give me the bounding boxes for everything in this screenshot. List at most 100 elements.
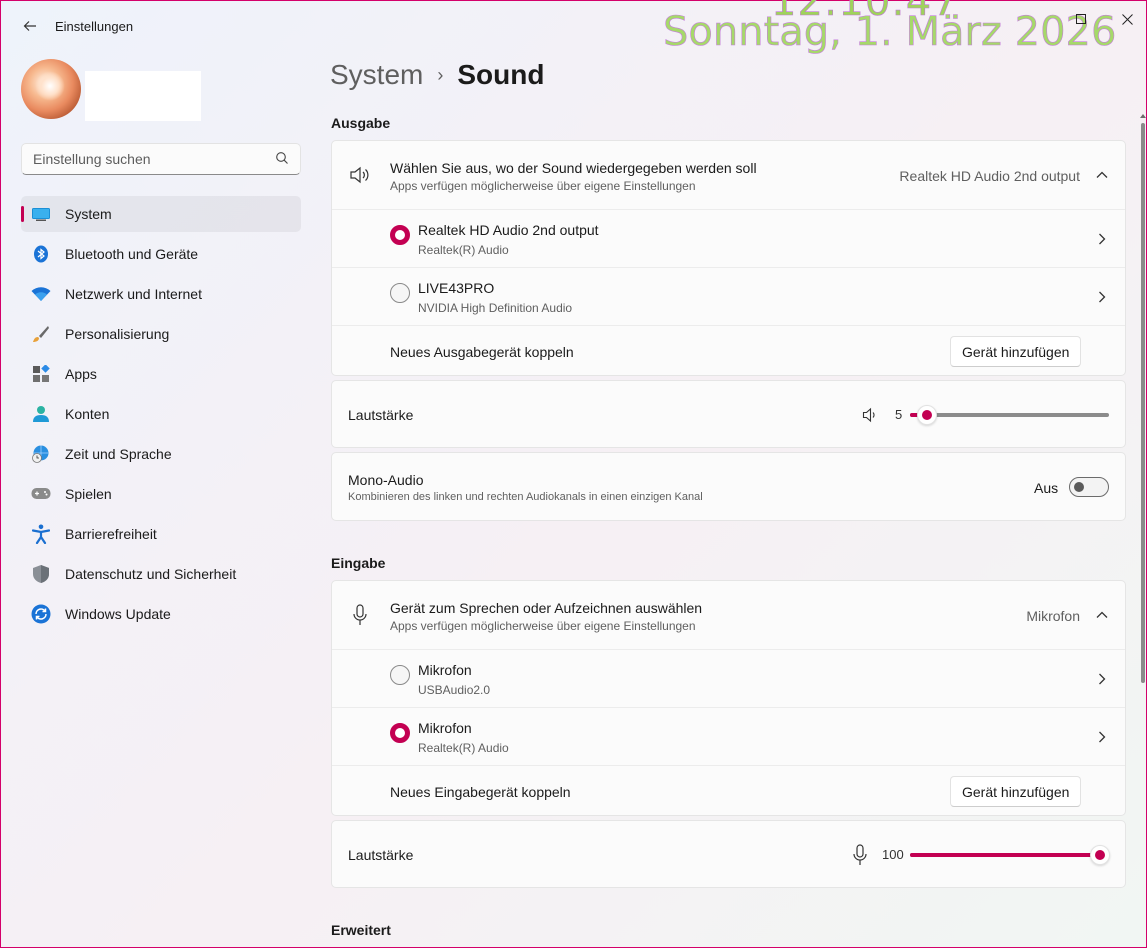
input-device-row[interactable]: Mikrofon Realtek(R) Audio — [332, 707, 1125, 765]
microphone-icon[interactable] — [852, 844, 868, 866]
add-output-device-button[interactable]: Gerät hinzufügen — [950, 336, 1082, 367]
output-volume-slider[interactable] — [917, 405, 937, 425]
accessibility-icon — [31, 524, 51, 544]
sidebar-item-windows-update[interactable]: Windows Update — [21, 596, 301, 632]
mono-audio-card: Mono-Audio Kombinieren des linken und re… — [331, 452, 1126, 521]
output-device-radio[interactable] — [390, 225, 410, 245]
page-title: Sound — [457, 59, 545, 90]
input-device-chooser[interactable]: Gerät zum Sprechen oder Aufzeichnen ausw… — [332, 581, 1125, 649]
chevron-right-icon[interactable] — [1095, 672, 1109, 686]
globe-clock-icon — [31, 444, 51, 464]
add-input-device-button[interactable]: Gerät hinzufügen — [950, 776, 1082, 807]
sidebar-nav: System Bluetooth und Geräte Netzwerk und… — [21, 196, 301, 636]
input-chooser-subtitle: Apps verfügen möglicherweise über eigene… — [390, 619, 696, 633]
output-device-driver: Realtek(R) Audio — [418, 243, 509, 257]
scroll-up-icon[interactable] — [1140, 113, 1146, 119]
input-device-row[interactable]: Mikrofon USBAudio2.0 — [332, 649, 1125, 707]
sidebar-item-accounts[interactable]: Konten — [21, 396, 301, 432]
sidebar-item-time-language[interactable]: Zeit und Sprache — [21, 436, 301, 472]
input-device-driver: Realtek(R) Audio — [418, 741, 509, 755]
microphone-icon — [353, 604, 367, 625]
output-volume-value: 5 — [895, 407, 903, 422]
input-device-radio[interactable] — [390, 723, 410, 743]
title-bar: Einstellungen 12:10:47 Sonntag, 1. März … — [1, 0, 1147, 55]
update-icon — [31, 604, 51, 624]
sidebar-item-label: Apps — [65, 366, 97, 382]
input-pair-row: Neues Eingabegerät koppeln Gerät hinzufü… — [332, 765, 1125, 817]
input-device-radio[interactable] — [390, 665, 410, 685]
speaker-icon — [350, 166, 369, 184]
close-icon — [1121, 13, 1133, 25]
mono-audio-toggle[interactable] — [1069, 477, 1109, 497]
input-chooser-title: Gerät zum Sprechen oder Aufzeichnen ausw… — [390, 600, 703, 616]
input-device-name: Mikrofon — [418, 662, 472, 678]
sidebar-item-label: Personalisierung — [65, 326, 170, 342]
mono-audio-subtitle: Kombinieren des linken und rechten Audio… — [348, 491, 703, 503]
account-icon — [31, 404, 51, 424]
section-title-advanced: Erweitert — [331, 922, 391, 938]
settings-search-input[interactable]: Einstellung suchen — [21, 143, 301, 175]
sidebar-item-label: Datenschutz und Sicherheit — [65, 566, 237, 582]
sidebar-item-label: Bluetooth und Geräte — [65, 246, 199, 262]
system-icon — [31, 204, 51, 224]
output-device-name: LIVE43PRO — [418, 280, 495, 296]
output-device-driver: NVIDIA High Definition Audio — [418, 301, 573, 315]
output-device-chooser[interactable]: Wählen Sie aus, wo der Sound wiedergegeb… — [332, 141, 1125, 209]
user-avatar[interactable] — [21, 59, 81, 119]
sidebar-item-accessibility[interactable]: Barrierefreiheit — [21, 516, 301, 552]
scrollbar-thumb[interactable] — [1141, 123, 1145, 683]
sidebar-item-label: Windows Update — [65, 606, 171, 622]
sidebar-item-apps[interactable]: Apps — [21, 356, 301, 392]
chevron-right-icon[interactable] — [1095, 730, 1109, 744]
maximize-button[interactable] — [1071, 9, 1091, 29]
mono-audio-state: Aus — [1034, 480, 1059, 496]
sidebar-item-personalization[interactable]: Personalisierung — [21, 316, 301, 352]
search-icon[interactable] — [275, 151, 289, 165]
chevron-right-icon[interactable] — [1095, 290, 1109, 304]
breadcrumb-parent[interactable]: System — [330, 59, 423, 91]
input-volume-label: Lautstärke — [348, 847, 414, 863]
output-device-radio[interactable] — [390, 283, 410, 303]
output-device-row[interactable]: Realtek HD Audio 2nd output Realtek(R) A… — [332, 209, 1125, 267]
input-volume-value: 100 — [882, 847, 904, 862]
gamepad-icon — [31, 484, 51, 504]
sidebar-item-label: System — [65, 206, 112, 222]
apps-icon — [31, 364, 51, 384]
input-volume-slider[interactable] — [1090, 845, 1110, 865]
chevron-right-icon[interactable] — [1095, 232, 1109, 246]
sidebar-item-system[interactable]: System — [21, 196, 301, 232]
back-button[interactable] — [19, 15, 41, 37]
shield-icon — [31, 564, 51, 584]
chevron-up-icon[interactable] — [1095, 608, 1109, 622]
sidebar-item-privacy[interactable]: Datenschutz und Sicherheit — [21, 556, 301, 592]
back-arrow-icon — [23, 21, 36, 31]
breadcrumb: System › Sound — [330, 59, 544, 91]
output-device-row[interactable]: LIVE43PRO NVIDIA High Definition Audio — [332, 267, 1125, 325]
sidebar-item-label: Konten — [65, 406, 110, 422]
output-device-card: Wählen Sie aus, wo der Sound wiedergegeb… — [331, 140, 1126, 376]
close-button[interactable] — [1117, 9, 1137, 29]
maximize-icon — [1076, 14, 1086, 24]
output-chooser-subtitle: Apps verfügen möglicherweise über eigene… — [390, 179, 696, 193]
sidebar-item-network[interactable]: Netzwerk und Internet — [21, 276, 301, 312]
mono-audio-title: Mono-Audio — [348, 472, 424, 488]
input-device-driver: USBAudio2.0 — [418, 683, 491, 697]
desktop-clock-date: Sonntag, 1. März 2026 — [663, 9, 1117, 56]
output-selected-device: Realtek HD Audio 2nd output — [899, 168, 1080, 184]
input-device-name: Mikrofon — [418, 720, 472, 736]
sidebar-item-label: Barrierefreiheit — [65, 526, 157, 542]
sidebar-item-bluetooth[interactable]: Bluetooth und Geräte — [21, 236, 301, 272]
input-volume-fill — [910, 853, 1100, 857]
section-title-output: Ausgabe — [331, 115, 391, 131]
breadcrumb-separator: › — [437, 64, 444, 85]
volume-icon[interactable] — [862, 407, 878, 423]
input-volume-card: Lautstärke 100 — [331, 820, 1126, 888]
output-volume-track[interactable] — [910, 413, 1109, 417]
chevron-up-icon[interactable] — [1095, 168, 1109, 182]
content-scrollbar[interactable] — [1140, 113, 1146, 948]
input-selected-device: Mikrofon — [1026, 608, 1080, 624]
user-info[interactable] — [85, 71, 201, 121]
input-pair-label: Neues Eingabegerät koppeln — [390, 784, 571, 800]
sidebar-item-gaming[interactable]: Spielen — [21, 476, 301, 512]
input-device-card: Gerät zum Sprechen oder Aufzeichnen ausw… — [331, 580, 1126, 816]
